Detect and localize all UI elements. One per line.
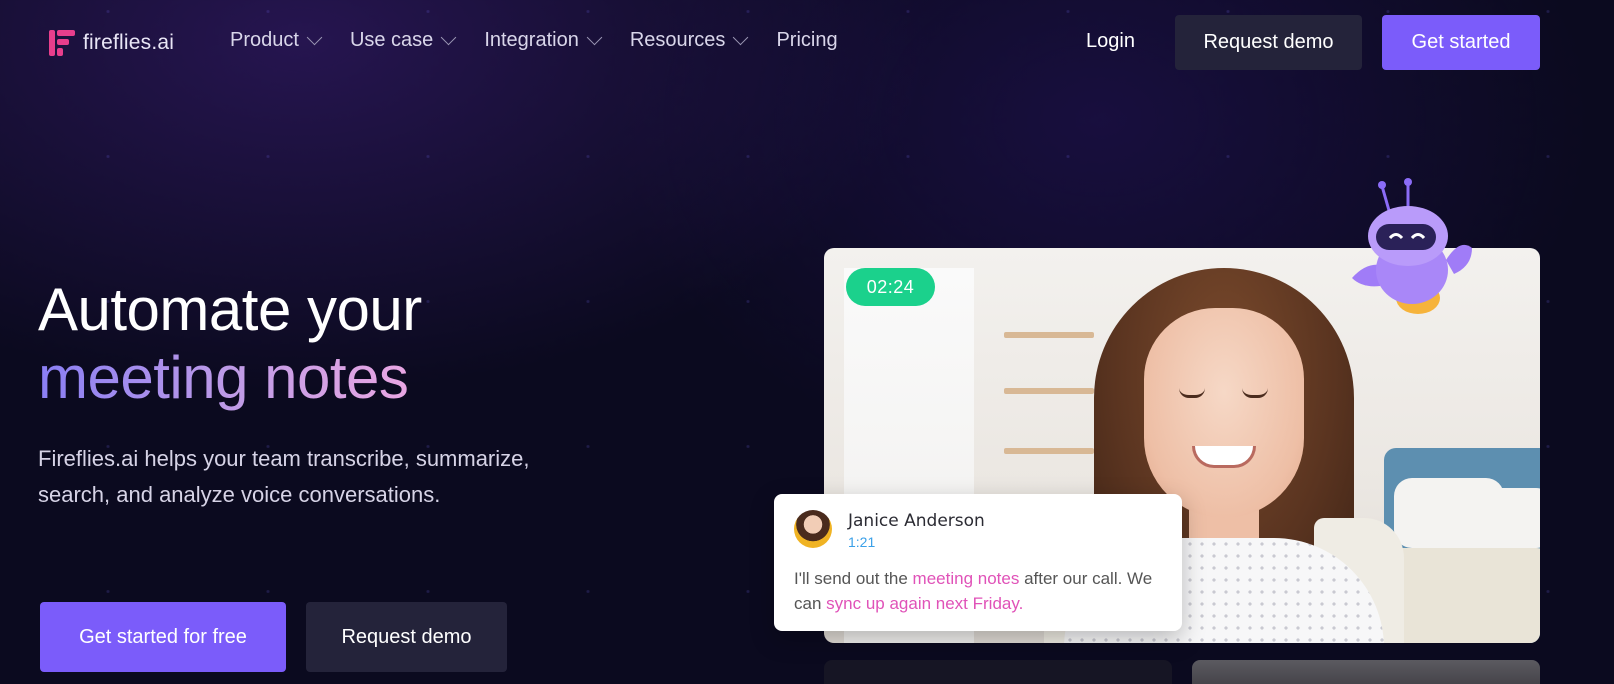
speaker-timestamp[interactable]: 1:21 [848, 534, 875, 550]
get-started-free-button[interactable]: Get started for free [40, 602, 286, 672]
nav-get-started-button[interactable]: Get started [1382, 15, 1540, 70]
preview-tile [824, 660, 1172, 684]
hero-request-demo-button[interactable]: Request demo [306, 602, 507, 672]
fireflies-logo-icon [49, 30, 75, 56]
nav-item-integration[interactable]: Integration [484, 29, 603, 52]
nav-item-label: Product [230, 29, 299, 51]
hero-subtitle: Fireflies.ai helps your team transcribe,… [38, 446, 530, 507]
chevron-down-icon [306, 29, 323, 46]
speaker-name: Janice Anderson [848, 511, 985, 531]
logo-text: fireflies.ai [83, 31, 175, 54]
nav-request-demo-button[interactable]: Request demo [1175, 15, 1362, 70]
hero-title-line1: Automate your [38, 276, 422, 343]
chevron-down-icon [733, 29, 749, 46]
logo[interactable]: fireflies.ai [49, 30, 174, 56]
nav-links: Product Use case Integration Resources P… [230, 29, 868, 52]
transcript-highlight: sync up again next Friday. [826, 594, 1024, 613]
top-navigation: fireflies.ai Product Use case Integratio… [0, 0, 1614, 86]
chevron-down-icon [586, 29, 603, 46]
nav-item-resources[interactable]: Resources [629, 29, 749, 52]
login-link[interactable]: Login [1086, 30, 1135, 53]
speaker-avatar [794, 510, 832, 548]
hero-title-line2: meeting notes [38, 344, 409, 411]
transcript-text-part: I'll send out the [794, 569, 913, 588]
recording-timer: 02:24 [846, 268, 935, 306]
transcript-card: Janice Anderson 1:21 I'll send out the m… [774, 494, 1182, 631]
nav-item-label: Resources [629, 29, 726, 51]
nav-item-label: Integration [484, 29, 579, 51]
preview-tile [1192, 660, 1540, 684]
robot-mascot-icon [1352, 178, 1472, 314]
nav-item-product[interactable]: Product [230, 29, 323, 52]
nav-item-label: Pricing [776, 29, 838, 51]
nav-item-pricing[interactable]: Pricing [776, 29, 837, 52]
nav-item-label: Use case [349, 29, 434, 51]
transcript-text: I'll send out the meeting notes after ou… [794, 566, 1174, 616]
nav-item-use-case[interactable]: Use case [349, 29, 457, 52]
chevron-down-icon [441, 29, 457, 46]
transcript-highlight: meeting notes [912, 569, 1020, 588]
person-face [1144, 308, 1304, 518]
